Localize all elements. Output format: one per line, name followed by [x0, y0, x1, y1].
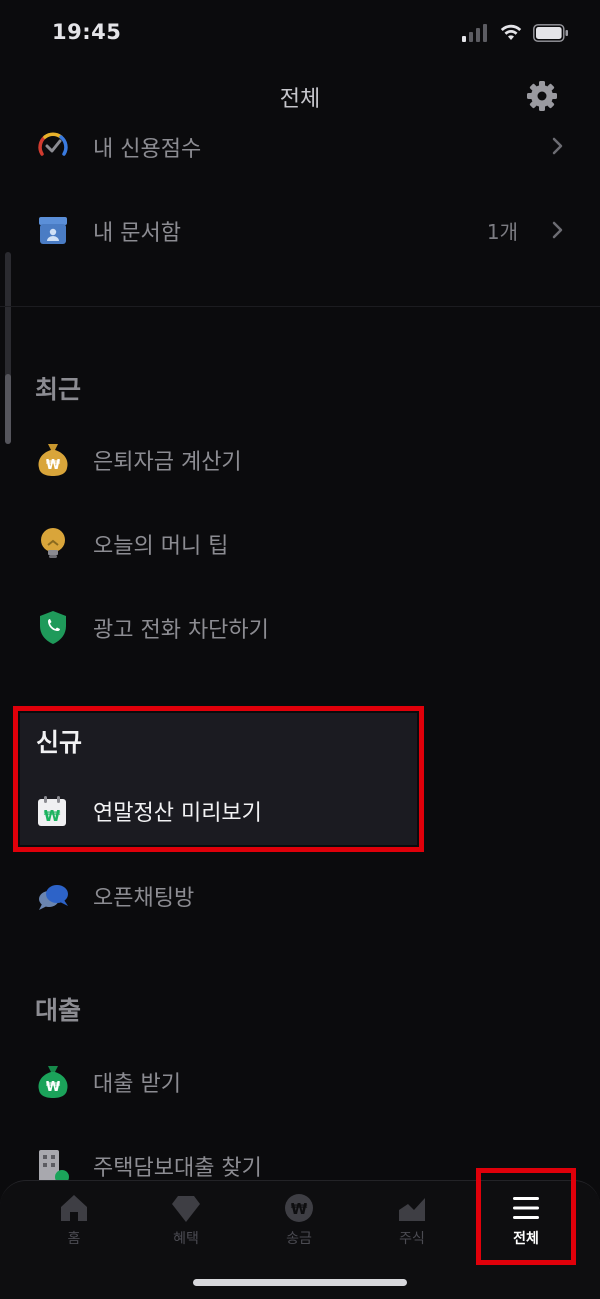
menu-item-label: 오픈채팅방	[93, 886, 195, 911]
won-coin-icon: ₩	[285, 1194, 313, 1222]
highlight-annotation-box	[13, 706, 424, 852]
svg-text:₩: ₩	[46, 458, 61, 473]
home-indicator[interactable]	[193, 1279, 407, 1286]
svg-text:₩: ₩	[46, 1080, 61, 1095]
menu-item-block-ad-calls[interactable]: 광고 전화 차단하기	[0, 599, 600, 655]
menu-item-get-loan[interactable]: ₩ 대출 받기	[0, 1053, 600, 1109]
tab-highlight-annotation-box	[476, 1168, 576, 1265]
tab-label: 주식	[399, 1231, 425, 1247]
tab-stocks[interactable]: 주식	[372, 1192, 452, 1252]
menu-item-open-chat[interactable]: 오픈채팅방	[0, 867, 600, 923]
chevron-right-icon	[552, 137, 563, 155]
battery-icon	[533, 24, 568, 42]
page-title: 전체	[279, 87, 321, 112]
home-icon	[61, 1195, 87, 1221]
tab-home[interactable]: 홈	[34, 1192, 114, 1252]
menu-item-label: 오늘의 머니 팁	[93, 534, 229, 559]
shield-phone-icon	[40, 611, 66, 644]
stock-chart-icon	[399, 1198, 425, 1221]
section-divider	[0, 306, 600, 307]
menu-item-label: 광고 전화 차단하기	[93, 618, 269, 643]
money-bag-green-icon: ₩	[38, 1066, 68, 1098]
status-time: 19:45	[52, 20, 122, 44]
svg-text:₩: ₩	[291, 1200, 308, 1218]
chevron-right-icon	[552, 221, 563, 239]
document-box-icon	[39, 217, 67, 244]
chat-bubbles-icon	[39, 885, 68, 910]
lightbulb-icon	[41, 528, 65, 558]
wifi-icon	[500, 24, 522, 40]
menu-item-label: 대출 받기	[93, 1072, 181, 1097]
tab-benefits[interactable]: 혜택	[146, 1192, 226, 1252]
gem-icon	[172, 1196, 200, 1222]
tab-label: 송금	[286, 1231, 312, 1247]
menu-item-credit-score[interactable]: 내 신용점수	[0, 118, 600, 174]
building-icon	[39, 1150, 69, 1183]
menu-item-label: 내 신용점수	[93, 137, 202, 162]
gear-icon	[527, 81, 557, 111]
tab-label: 홈	[67, 1231, 81, 1247]
menu-item-document-box[interactable]: 내 문서함 1개	[0, 202, 600, 258]
menu-item-label: 주택담보대출 찾기	[93, 1156, 262, 1181]
menu-item-money-tip[interactable]: 오늘의 머니 팁	[0, 515, 600, 571]
credit-score-gauge-icon	[38, 132, 68, 156]
tab-label: 혜택	[173, 1231, 199, 1247]
tab-transfer[interactable]: ₩ 송금	[259, 1192, 339, 1252]
status-bar: 19:45	[0, 0, 600, 66]
section-title-loan: 대출	[35, 996, 82, 1025]
menu-item-label: 은퇴자금 계산기	[93, 450, 242, 475]
document-count: 1개	[486, 220, 518, 244]
menu-item-label: 내 문서함	[93, 221, 181, 246]
money-bag-icon: ₩	[38, 444, 68, 476]
settings-button[interactable]	[524, 78, 560, 114]
menu-item-retirement-calculator[interactable]: ₩ 은퇴자금 계산기	[0, 431, 600, 487]
cellular-signal-icon	[462, 24, 487, 42]
section-title-recent: 최근	[35, 375, 82, 404]
